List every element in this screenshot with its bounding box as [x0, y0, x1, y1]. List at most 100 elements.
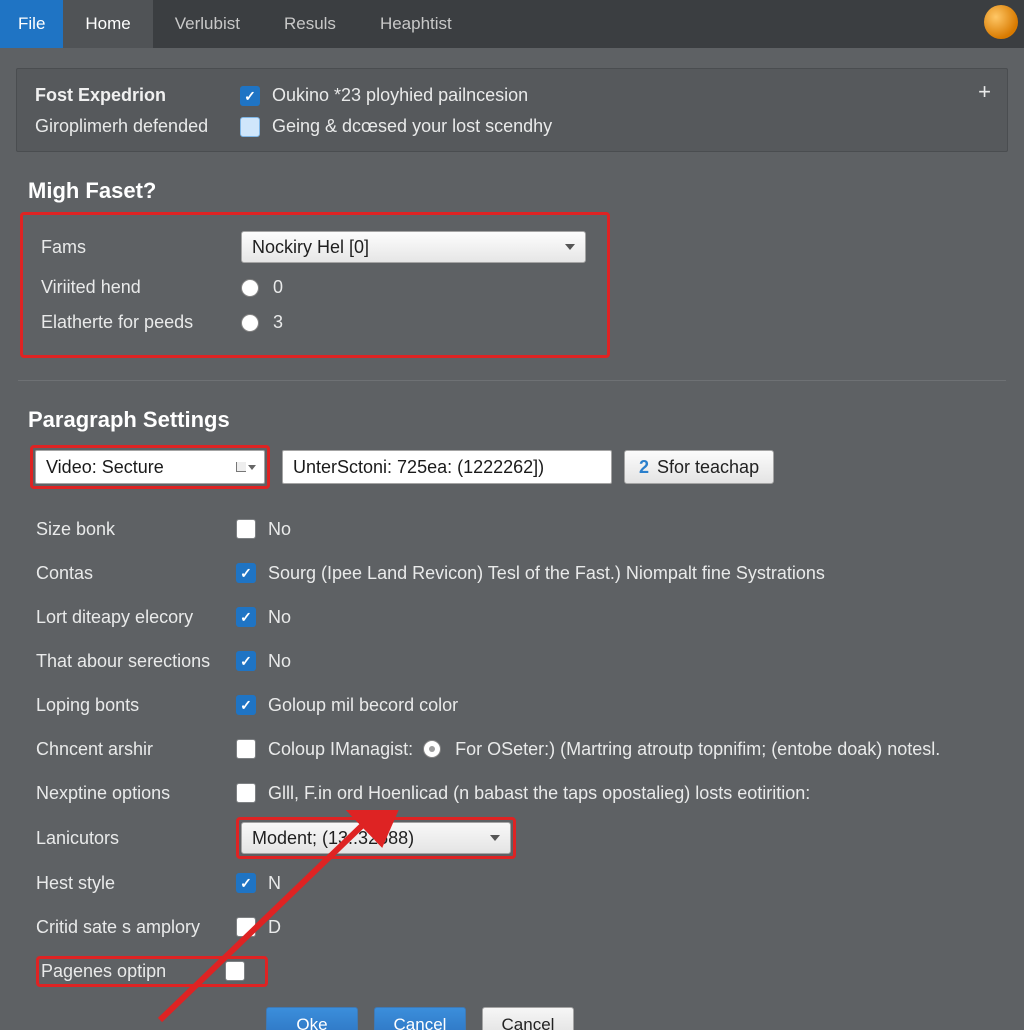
- row-hest-style: Hest style N: [36, 863, 996, 903]
- toolbar: File Home Verlubist Resuls Heaphtist: [0, 0, 1024, 48]
- button-label: Cancel: [394, 1015, 447, 1030]
- ok-button[interactable]: Oke: [266, 1007, 358, 1030]
- tab-label: File: [18, 14, 45, 34]
- value: Coloup IManagist:: [268, 739, 413, 760]
- label: Lort diteapy elecory: [36, 607, 236, 628]
- checkbox-oukino[interactable]: [240, 86, 260, 106]
- label: Nexptine options: [36, 783, 236, 804]
- button-label: Sfor teachap: [657, 457, 759, 478]
- section-title-migh-faset: Migh Faset?: [28, 178, 996, 204]
- value: D: [268, 917, 281, 938]
- value: No: [268, 519, 291, 540]
- button-label: Oke: [296, 1015, 327, 1030]
- radio-for-oseter[interactable]: [423, 740, 441, 758]
- cancel-button[interactable]: Cancel: [374, 1007, 466, 1030]
- radio-elatherte[interactable]: [241, 314, 259, 332]
- label: That abour serections: [36, 651, 236, 672]
- label: Chncent arshir: [36, 739, 236, 760]
- row-elatherte: Elatherte for peeds 3: [41, 312, 589, 333]
- label: Hest style: [36, 873, 236, 894]
- label: Fost Expedrion: [35, 85, 240, 106]
- row-fams: Fams Nockiry Hel [0]: [41, 231, 589, 263]
- section-title-paragraph-settings: Paragraph Settings: [28, 407, 996, 433]
- select-lanicutors[interactable]: Modent; (13..32588): [241, 822, 511, 854]
- tab-label: Resuls: [284, 14, 336, 34]
- select-video[interactable]: Video: Secture: [35, 450, 265, 484]
- tab-home[interactable]: Home: [63, 0, 152, 48]
- value: 0: [273, 277, 283, 298]
- value: N: [268, 873, 281, 894]
- label: Contas: [36, 563, 236, 584]
- tab-verlubist[interactable]: Verlubist: [153, 0, 262, 48]
- top-row-expedrion: Fost Expedrion Oukino *23 ployhied pailn…: [35, 85, 989, 106]
- row-lort-diteapy: Lort diteapy elecory No: [36, 597, 996, 637]
- value: Goloup mil becord color: [268, 695, 458, 716]
- value: No: [268, 607, 291, 628]
- label: Elatherte for peeds: [41, 312, 241, 333]
- row-virited-hend: Viriited hend 0: [41, 277, 589, 298]
- checkbox[interactable]: [236, 783, 256, 803]
- checkbox[interactable]: [236, 873, 256, 893]
- label: Giroplimerh defended: [35, 116, 240, 137]
- tab-file[interactable]: File: [0, 0, 63, 48]
- row-lanicutors: Lanicutors Modent; (13..32588): [36, 817, 996, 859]
- checkbox[interactable]: [236, 917, 256, 937]
- field-value: UnterSctoni: 725ea: (1222262]): [293, 457, 544, 478]
- input-unterscton[interactable]: UnterSctoni: 725ea: (1222262]): [282, 450, 612, 484]
- checkbox[interactable]: [236, 607, 256, 627]
- row-loping-bonts: Loping bonts Goloup mil becord color: [36, 685, 996, 725]
- select-value: Nockiry Hel [0]: [252, 237, 369, 258]
- value: Geing & dcœsed your lost scendhy: [272, 116, 552, 137]
- radio-virited-hend[interactable]: [241, 279, 259, 297]
- highlight-box-pagenes: Pagenes optipn: [36, 956, 268, 987]
- row-that-abour: That abour serections No: [36, 641, 996, 681]
- row-pagenes: Pagenes optipn: [36, 951, 996, 991]
- settings-list: Size bonk No Contas Sourg (Ipee Land Rev…: [36, 509, 996, 1030]
- value: No: [268, 651, 291, 672]
- tab-label: Verlubist: [175, 14, 240, 34]
- tab-label: Home: [85, 14, 130, 34]
- label: Viriited hend: [41, 277, 241, 298]
- paragraph-controls-row: Video: Secture UnterSctoni: 725ea: (1222…: [30, 445, 996, 489]
- tab-heaphtist[interactable]: Heaphtist: [358, 0, 474, 48]
- value: Sourg (Ipee Land Revicon) Tesl of the Fa…: [268, 563, 825, 584]
- footer-buttons: Oke Cancel Cancel: [266, 1007, 996, 1030]
- field-value: Video: Secture: [46, 457, 164, 478]
- label: Fams: [41, 237, 241, 258]
- dropdown-icon: [232, 455, 260, 479]
- value: Glll, F.in ord Hoenlicad (n babast the t…: [268, 783, 810, 804]
- highlight-box-video: Video: Secture: [30, 445, 270, 489]
- value: Oukino *23 ployhied pailncesion: [272, 85, 528, 106]
- label: Loping bonts: [36, 695, 236, 716]
- row-size-bonk: Size bonk No: [36, 509, 996, 549]
- row-chncent-arshir: Chncent arshir Coloup IManagist: For OSe…: [36, 729, 996, 769]
- avatar[interactable]: [984, 5, 1018, 39]
- label: Critid sate s amplory: [36, 917, 236, 938]
- divider: [18, 380, 1006, 381]
- select-value: Modent; (13..32588): [252, 828, 414, 849]
- row-critid-sate: Critid sate s amplory D: [36, 907, 996, 947]
- add-icon[interactable]: +: [978, 79, 991, 105]
- checkbox[interactable]: [236, 739, 256, 759]
- checkbox[interactable]: [225, 961, 245, 981]
- checkbox[interactable]: [236, 563, 256, 583]
- select-fams[interactable]: Nockiry Hel [0]: [241, 231, 586, 263]
- checkbox-geing[interactable]: [240, 117, 260, 137]
- tab-resuls[interactable]: Resuls: [262, 0, 358, 48]
- value-extra: For OSeter:) (Martring atroutp topnifim;…: [455, 739, 940, 760]
- button-label: Cancel: [502, 1015, 555, 1030]
- top-panel: + Fost Expedrion Oukino *23 ployhied pai…: [16, 68, 1008, 152]
- label: Pagenes optipn: [41, 961, 225, 982]
- button-number: 2: [639, 457, 649, 478]
- checkbox[interactable]: [236, 651, 256, 671]
- button-sfor-teachap[interactable]: 2 Sfor teachap: [624, 450, 774, 484]
- cancel-button-2[interactable]: Cancel: [482, 1007, 574, 1030]
- checkbox[interactable]: [236, 519, 256, 539]
- row-contas: Contas Sourg (Ipee Land Revicon) Tesl of…: [36, 553, 996, 593]
- label: Size bonk: [36, 519, 236, 540]
- value: 3: [273, 312, 283, 333]
- checkbox[interactable]: [236, 695, 256, 715]
- highlight-box-faset: Fams Nockiry Hel [0] Viriited hend 0 Ela…: [20, 212, 610, 358]
- highlight-box-lanicutors: Modent; (13..32588): [236, 817, 516, 859]
- top-row-giroplimerh: Giroplimerh defended Geing & dcœsed your…: [35, 116, 989, 137]
